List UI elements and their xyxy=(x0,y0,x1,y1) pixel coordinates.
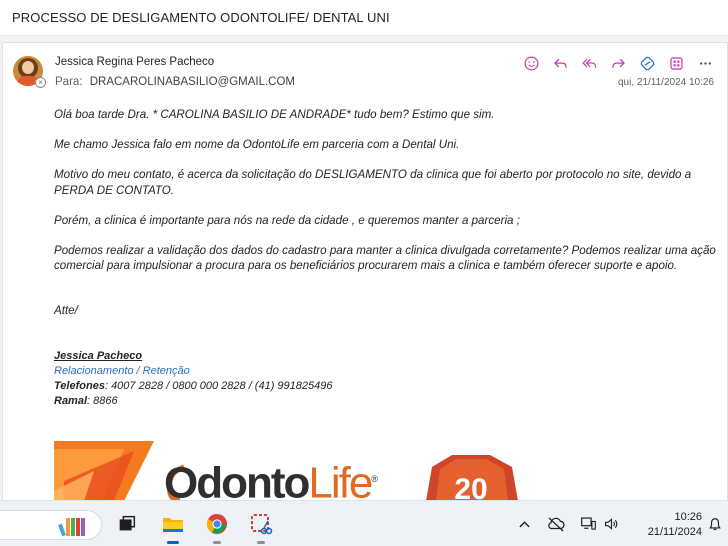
sender-name[interactable]: Jessica Regina Peres Pacheco xyxy=(55,56,214,68)
message-card: × Jessica Regina Peres Pacheco Para: DRA… xyxy=(2,42,728,501)
clock-date: 21/11/2024 xyxy=(647,526,702,538)
phones-value: : 4007 2828 / 0800 000 2828 / (41) 99182… xyxy=(104,380,333,393)
reply-all-icon[interactable] xyxy=(580,54,599,73)
body-paragraph: Motivo do meu contato, é acerca da solic… xyxy=(54,168,692,197)
body-paragraph: Olá boa tarde Dra. * CAROLINA BASILIO DE… xyxy=(54,108,495,121)
odontolife-logo: OdontoLife® xyxy=(164,458,378,501)
task-view-icon[interactable] xyxy=(114,511,140,537)
reply-icon[interactable] xyxy=(551,54,570,73)
anniversary-badge: 20 xyxy=(426,455,518,501)
extension-label: Ramal xyxy=(54,395,88,408)
cloud-offline-icon[interactable] xyxy=(546,515,566,533)
reading-pane: × Jessica Regina Peres Pacheco Para: DRA… xyxy=(0,36,728,501)
recipient-address[interactable]: DRACAROLINABASILIO@GMAIL.COM xyxy=(90,76,295,88)
signature-banner: OdontoLife® 20 xyxy=(54,441,524,501)
chrome-icon[interactable] xyxy=(204,511,230,537)
email-subject: PROCESSO DE DESLIGAMENTO ODONTOLIFE/ DEN… xyxy=(12,10,390,25)
presence-unknown-icon: × xyxy=(35,77,46,88)
recipient-row: Para: DRACAROLINABASILIO@GMAIL.COM xyxy=(55,76,295,88)
loop-icon[interactable] xyxy=(638,54,657,73)
apps-icon[interactable] xyxy=(667,54,686,73)
signature-name: Jessica Pacheco xyxy=(54,349,143,362)
volume-icon[interactable] xyxy=(603,515,620,533)
taskbar-search-box[interactable] xyxy=(0,510,102,540)
body-paragraph: Me chamo Jessica falo em nome da OdontoL… xyxy=(54,138,460,152)
snipping-tool-icon[interactable] xyxy=(248,511,274,537)
closing-text: Atte/ xyxy=(54,304,78,318)
show-hidden-icons-chevron-icon[interactable] xyxy=(518,515,531,533)
signature-role: Relacionamento / Retenção xyxy=(54,364,190,377)
to-label: Para: xyxy=(55,76,83,88)
body-paragraph: Podemos realizar a validação dos dados d… xyxy=(54,244,716,273)
chrome-running-indicator xyxy=(213,541,221,544)
extension-value: : 8866 xyxy=(87,395,118,408)
orange-stripes-graphic xyxy=(54,441,154,501)
taskbar-clock[interactable]: 10:26 21/11/2024 xyxy=(648,510,702,540)
file-explorer-icon[interactable] xyxy=(160,511,186,537)
body-paragraph: Porém, a clinica é importante para nós n… xyxy=(54,213,520,227)
message-body: Olá boa tarde Dra. * CAROLINA BASILIO DE… xyxy=(54,107,722,409)
badge-number: 20 xyxy=(454,473,487,501)
pencils-icon xyxy=(58,518,85,537)
clock-time: 10:26 xyxy=(674,511,702,523)
signature-phones: Telefones: 4007 2828 / 0800 000 2828 / (… xyxy=(54,379,722,394)
taskbar: 10:26 21/11/2024 xyxy=(0,500,728,546)
forward-icon[interactable] xyxy=(609,54,628,73)
network-icon[interactable] xyxy=(580,515,597,533)
message-actions xyxy=(522,53,715,73)
signature-extension: Ramal: 8866 xyxy=(54,394,722,409)
notification-bell-icon[interactable] xyxy=(708,517,722,531)
phones-label: Telefones xyxy=(54,380,105,393)
sent-date: qui, 21/11/2024 10:26 xyxy=(617,77,714,88)
subject-bar: PROCESSO DE DESLIGAMENTO ODONTOLIFE/ DEN… xyxy=(0,0,728,36)
snipping-tool-running-indicator xyxy=(257,541,265,544)
more-icon[interactable] xyxy=(696,54,715,73)
smiley-icon[interactable] xyxy=(522,54,541,73)
file-explorer-running-indicator xyxy=(167,541,179,544)
